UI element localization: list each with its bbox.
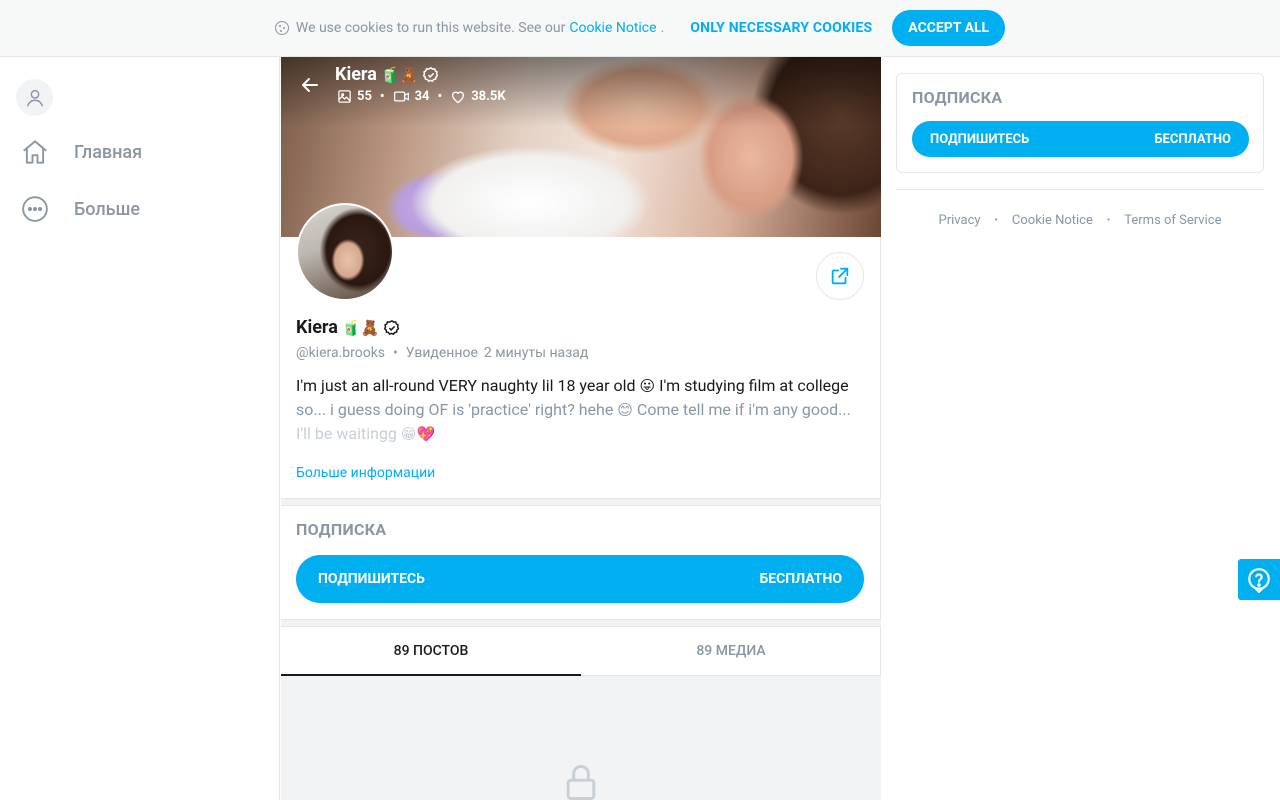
back-arrow-icon[interactable]: [298, 73, 322, 97]
accept-all-cookies-button[interactable]: ACCEPT ALL: [892, 10, 1006, 46]
video-icon: [393, 91, 409, 102]
footer-links: Privacy • Cookie Notice • Terms of Servi…: [896, 213, 1264, 228]
bio-emoji: 😛: [639, 377, 656, 395]
profile-avatar[interactable]: [296, 203, 394, 301]
right-subscription-title: ПОДПИСКА: [912, 88, 1003, 107]
profile-name-text: Kiera: [296, 317, 338, 338]
more-info-link[interactable]: Больше информации: [296, 465, 435, 481]
profile-bio: I'm just an all-round VERY naughty lil 1…: [296, 374, 866, 446]
share-icon: [831, 267, 849, 285]
cover-name: Kiera 🧃🧸: [335, 64, 440, 85]
section-divider: [281, 498, 881, 506]
video-count-value: 34: [414, 89, 430, 104]
profile-main: Kiera 🧃🧸 55 • 34 • 38.5K Kiera 🧃�: [279, 57, 881, 800]
bio-text: Come tell me if i'm any good...: [636, 400, 851, 419]
right-subscribe-button[interactable]: ПОДПИШИТЕСЬ БЕСПЛАТНО: [912, 121, 1249, 157]
sidebar-item-more[interactable]: Больше: [20, 194, 140, 224]
bio-line: so... i guess doing OF is 'practice' rig…: [296, 398, 866, 422]
meta-separator: •: [393, 345, 398, 361]
only-necessary-cookies-button[interactable]: ONLY NECESSARY COOKIES: [690, 20, 872, 36]
photo-count-value: 55: [357, 89, 372, 104]
photo-count: 55: [337, 89, 372, 104]
bio-text: I'm studying film at college: [659, 376, 849, 395]
privacy-link[interactable]: Privacy: [939, 213, 981, 228]
cookie-dot: .: [660, 20, 665, 36]
bio-text: I'm just an all-round VERY naughty lil 1…: [296, 376, 636, 395]
footer-separator: •: [1106, 215, 1111, 226]
user-avatar[interactable]: [16, 79, 53, 116]
cookie-icon: [274, 21, 289, 35]
stat-separator: •: [379, 89, 385, 104]
like-count-value: 38.5K: [471, 89, 506, 104]
profile-handle: @kiera.brooks: [296, 345, 386, 361]
bio-line: I'm just an all-round VERY naughty lil 1…: [296, 374, 866, 398]
image-icon: [338, 90, 351, 103]
tab-posts[interactable]: 89 ПОСТОВ: [281, 627, 581, 676]
left-sidebar: Главная Больше: [0, 57, 279, 800]
bio-emoji: 😁💖: [400, 425, 436, 443]
cookie-notice-footer-link[interactable]: Cookie Notice: [1012, 213, 1093, 228]
lock-icon: [566, 765, 596, 800]
cookie-notice-link[interactable]: Cookie Notice: [569, 20, 656, 36]
profile-badge-emojis: 🧃🧸: [341, 318, 380, 337]
last-seen-time: 2 минуты назад: [483, 345, 589, 361]
content-tabs: 89 ПОСТОВ 89 МЕДИА: [281, 627, 881, 676]
sidebar-item-label: Главная: [74, 141, 143, 163]
right-divider: [896, 189, 1264, 190]
stat-separator: •: [437, 89, 443, 104]
like-count: 38.5K: [450, 89, 506, 104]
cookie-text: We use cookies to run this website. See …: [295, 20, 566, 36]
profile-name: Kiera 🧃🧸: [296, 317, 401, 338]
locked-content-area: [281, 676, 881, 800]
sidebar-item-label: Больше: [74, 198, 140, 220]
heart-icon: [452, 91, 465, 104]
share-button[interactable]: [816, 252, 864, 300]
bio-emoji: 😊: [617, 401, 633, 419]
subscription-title: ПОДПИСКА: [296, 520, 387, 539]
subscribe-button[interactable]: ПОДПИШИТЕСЬ БЕСПЛАТНО: [296, 555, 864, 603]
subscribe-label: ПОДПИШИТЕСЬ: [318, 571, 425, 587]
user-icon: [26, 89, 43, 106]
cover-badge-emojis: 🧃🧸: [380, 65, 419, 84]
verified-icon: [384, 319, 400, 335]
video-count: 34: [393, 89, 430, 104]
terms-link[interactable]: Terms of Service: [1124, 213, 1221, 228]
last-seen-label: Увиденное: [405, 345, 478, 361]
bio-line: I'll be waitingg 😁💖: [296, 422, 866, 446]
cover-name-text: Kiera: [335, 64, 377, 85]
help-button[interactable]: [1238, 559, 1280, 600]
verified-icon: [423, 66, 439, 82]
tab-media[interactable]: 89 МЕДИА: [581, 627, 881, 675]
more-icon: [22, 196, 48, 222]
footer-separator: •: [994, 215, 998, 226]
home-icon: [23, 140, 47, 164]
right-subscription-card: ПОДПИСКА ПОДПИШИТЕСЬ БЕСПЛАТНО: [896, 73, 1264, 173]
cookie-banner: We use cookies to run this website. See …: [0, 0, 1280, 57]
subscribe-price: БЕСПЛАТНО: [759, 571, 843, 587]
profile-meta: @kiera.brooks • Увиденное 2 минуты назад: [296, 345, 588, 361]
section-divider: [281, 619, 881, 627]
subscribe-label: ПОДПИШИТЕСЬ: [930, 131, 1030, 147]
subscribe-price: БЕСПЛАТНО: [1154, 131, 1231, 147]
bio-text: I'll be waitingg: [296, 424, 397, 443]
cookie-message: We use cookies to run this website. See …: [274, 20, 665, 36]
help-icon: [1248, 567, 1270, 593]
sidebar-item-home[interactable]: Главная: [20, 137, 142, 167]
cover-stats: 55 • 34 • 38.5K: [337, 89, 506, 104]
bio-text: so... i guess doing OF is 'practice' rig…: [296, 400, 614, 419]
